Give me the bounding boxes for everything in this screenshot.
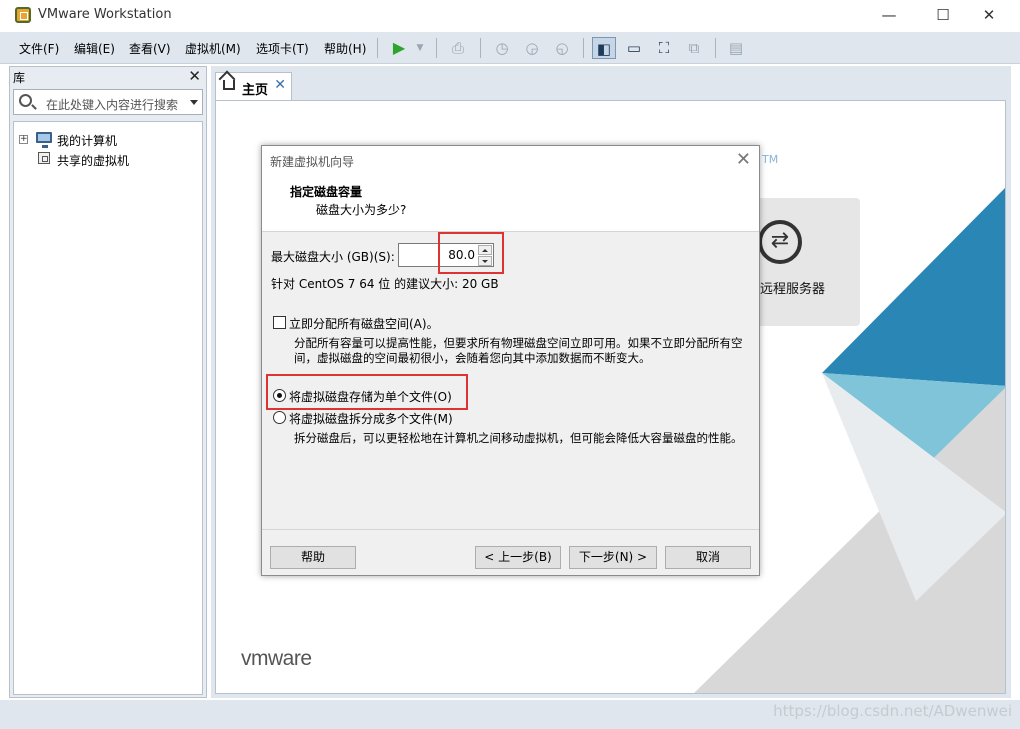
menu-vm[interactable]: 虚拟机(M) bbox=[185, 40, 241, 57]
thumbnail-bar-icon[interactable]: ▭ bbox=[622, 37, 646, 59]
shared-vm-icon bbox=[38, 152, 50, 164]
library-panel: 库 ✕ 在此处键入内容进行搜索 + 我的计算机 共享的虚拟机 bbox=[9, 66, 207, 698]
library-header: 库 ✕ bbox=[10, 67, 206, 87]
watermark: https://blog.csdn.net/ADwenwei bbox=[773, 702, 1012, 720]
dialog-heading: 指定磁盘容量 bbox=[290, 185, 363, 199]
button-divider bbox=[262, 529, 759, 530]
menu-help[interactable]: 帮助(H) bbox=[324, 40, 366, 57]
tree-item-label: 我的计算机 bbox=[57, 134, 118, 148]
remote-server-label: 远程服务器 bbox=[760, 282, 826, 297]
allocate-all-checkbox[interactable] bbox=[273, 316, 286, 329]
snapshot-manager-icon[interactable]: ◵ bbox=[550, 37, 574, 59]
computer-icon bbox=[36, 132, 52, 148]
max-disk-size-label: 最大磁盘大小 (GB)(S): bbox=[271, 250, 395, 264]
menu-view[interactable]: 查看(V) bbox=[129, 40, 171, 57]
vmware-logo: vmware bbox=[241, 647, 312, 670]
dialog-header: 新建虚拟机向导 ✕ 指定磁盘容量 磁盘大小为多少? bbox=[262, 146, 759, 232]
allocate-all-label[interactable]: 立即分配所有磁盘空间(A)。 bbox=[289, 315, 439, 332]
library-close-icon[interactable]: ✕ bbox=[188, 67, 201, 85]
search-icon bbox=[19, 94, 32, 107]
next-button[interactable]: 下一步(N) > bbox=[569, 546, 657, 569]
dialog-subheading: 磁盘大小为多少? bbox=[316, 203, 407, 217]
new-vm-wizard-dialog: 新建虚拟机向导 ✕ 指定磁盘容量 磁盘大小为多少? 最大磁盘大小 (GB)(S)… bbox=[261, 145, 760, 576]
home-icon bbox=[223, 80, 235, 90]
dialog-title: 新建虚拟机向导 bbox=[270, 155, 355, 169]
console-view-icon[interactable]: ▤ bbox=[724, 37, 748, 59]
dialog-close-icon[interactable]: ✕ bbox=[736, 149, 751, 170]
search-dropdown-icon[interactable] bbox=[190, 100, 198, 105]
tab-close-icon[interactable]: ✕ bbox=[274, 77, 286, 93]
status-bar: https://blog.csdn.net/ADwenwei bbox=[0, 700, 1020, 729]
tree-item-label: 共享的虚拟机 bbox=[57, 154, 130, 168]
multi-file-label[interactable]: 将虚拟磁盘拆分成多个文件(M) bbox=[289, 410, 453, 427]
connect-remote-server-card[interactable]: 远程服务器 bbox=[750, 198, 860, 326]
recommended-size-text: 针对 CentOS 7 64 位 的建议大小: 20 GB bbox=[271, 277, 499, 291]
maximize-button[interactable]: ☐ bbox=[920, 0, 966, 32]
snapshot-icon[interactable]: ◷ bbox=[490, 37, 514, 59]
remote-server-icon bbox=[758, 220, 802, 264]
menu-file[interactable]: 文件(F) bbox=[19, 40, 59, 57]
tab-home[interactable]: 主页 ✕ bbox=[215, 72, 292, 100]
tab-label: 主页 bbox=[242, 83, 269, 98]
toolbar-separator bbox=[436, 38, 437, 58]
vmware-app-icon bbox=[15, 7, 31, 23]
tree-expand-icon[interactable]: + bbox=[19, 135, 28, 144]
tm-mark: TM bbox=[762, 153, 779, 166]
allocate-description: 分配所有容量可以提高性能，但要求所有物理磁盘空间立即可用。如果不立即分配所有空间… bbox=[294, 336, 743, 365]
power-dropdown-icon[interactable]: ▼ bbox=[408, 37, 432, 59]
minimize-button[interactable]: — bbox=[866, 0, 912, 32]
revert-snapshot-icon[interactable]: ◶ bbox=[520, 37, 544, 59]
back-button[interactable]: < 上一步(B) bbox=[475, 546, 561, 569]
menu-toolbar-bar: 文件(F) 编辑(E) 查看(V) 虚拟机(M) 选项卡(T) 帮助(H) ▶ … bbox=[0, 32, 1020, 64]
toolbar-separator bbox=[377, 38, 378, 58]
window-title: VMware Workstation bbox=[38, 7, 172, 22]
menu-tabs[interactable]: 选项卡(T) bbox=[256, 40, 309, 57]
multi-file-description: 拆分磁盘后，可以更轻松地在计算机之间移动虚拟机，但可能会降低大容量磁盘的性能。 bbox=[294, 431, 743, 445]
help-button[interactable]: 帮助 bbox=[270, 546, 356, 569]
library-title: 库 bbox=[13, 71, 26, 85]
toolbar-separator bbox=[583, 38, 584, 58]
show-library-icon[interactable]: ◧ bbox=[592, 37, 616, 59]
tree-item-my-computer[interactable]: + 我的计算机 bbox=[14, 131, 202, 149]
disk-size-highlight bbox=[438, 232, 504, 274]
close-window-button[interactable]: ✕ bbox=[966, 0, 1012, 32]
cancel-button[interactable]: 取消 bbox=[665, 546, 751, 569]
toolbar-separator bbox=[715, 38, 716, 58]
single-file-highlight bbox=[266, 374, 468, 410]
full-screen-icon[interactable]: ⛶ bbox=[652, 37, 676, 59]
title-bar: VMware Workstation — ☐ ✕ bbox=[0, 0, 1020, 32]
menu-edit[interactable]: 编辑(E) bbox=[74, 40, 115, 57]
search-placeholder: 在此处键入内容进行搜索 bbox=[46, 98, 179, 112]
multi-file-radio[interactable] bbox=[273, 411, 286, 424]
tree-item-shared-vms[interactable]: 共享的虚拟机 bbox=[14, 151, 202, 169]
unity-icon[interactable]: ⧉ bbox=[682, 37, 706, 59]
send-keys-icon[interactable]: ⎙ bbox=[446, 37, 470, 59]
toolbar-separator bbox=[480, 38, 481, 58]
library-search-input[interactable]: 在此处键入内容进行搜索 bbox=[13, 89, 203, 115]
library-tree: + 我的计算机 共享的虚拟机 bbox=[13, 121, 203, 695]
